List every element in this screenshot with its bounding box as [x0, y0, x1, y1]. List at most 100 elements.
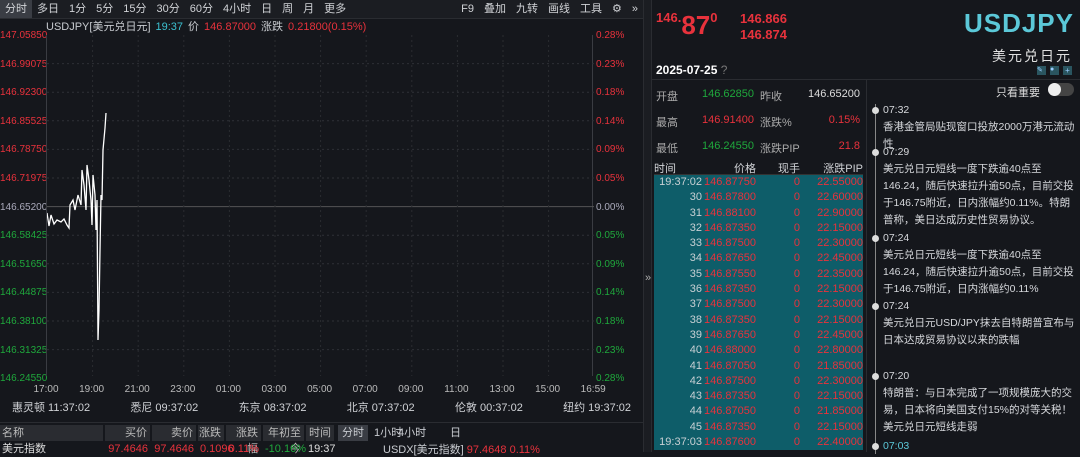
city-clock: 悉尼 09:37:02 [130, 402, 199, 414]
y-tick: 146.44875 [0, 287, 48, 299]
trade-cell: 45 [689, 420, 702, 433]
change-label: 涨跌 [261, 21, 284, 33]
mini-pct: 0.11% [509, 444, 540, 456]
stat-label: 涨跌PIP [760, 143, 800, 155]
news-item[interactable]: 07:24 美元兑日元短线一度下跌逾40点至146.24，随后快速拉升逾50点，目… [883, 230, 1079, 298]
help-icon[interactable]: ? [721, 63, 728, 77]
trade-cell: 22.30000 [817, 374, 863, 387]
trade-cell: 146.87500 [704, 374, 756, 387]
news-time: 07:03 [883, 440, 910, 452]
trade-cell: 22.15000 [817, 420, 863, 433]
y-tick: 147.05850 [0, 30, 48, 41]
news-item[interactable]: 07:03 [883, 438, 1079, 455]
period-tab[interactable]: 60分 [185, 0, 218, 18]
news-item[interactable]: 07:24 美元兑日元USD/JPY抹去自特朗普宣布与日本达成贸易协议以来的跌幅 [883, 298, 1079, 349]
toolbar-button[interactable]: 工具 [575, 0, 607, 18]
time-label: 19:37 [155, 21, 184, 33]
trade-ticks-table: 时间 价格 现手 涨跌PIP 19:37:02 146.87750 0 22.55000 30 1… [654, 160, 863, 452]
trade-cell: 22.15000 [817, 283, 863, 296]
news-time: 07:20 [883, 370, 910, 382]
watchlist-cell: 0.11% [228, 443, 259, 455]
column-header[interactable]: 卖价 [152, 425, 196, 441]
x-tick: 13:00 [489, 384, 515, 395]
stat-label: 涨跌% [760, 117, 792, 129]
trade-cell: 0 [793, 283, 800, 296]
y-tick: 146.31325 [0, 344, 48, 356]
y-tick: 146.51650 [0, 258, 48, 270]
news-text: 美元兑日元短线一度下跌逾40点至146.24，随后快速拉升逾50点，目前交投于1… [883, 163, 1074, 226]
change-value: 0.21800(0.15%) [288, 21, 367, 33]
trade-cell: 0 [793, 313, 800, 326]
mini-chart-tab[interactable]: 日 [446, 425, 465, 441]
period-tab[interactable]: 更多 [319, 0, 351, 18]
stat-label: 最高 [656, 117, 678, 129]
trade-cell: 146.87650 [704, 252, 756, 265]
toolbar-button[interactable]: F9 [456, 0, 479, 18]
period-tab[interactable]: 1分 [64, 0, 91, 18]
column-header[interactable]: 涨跌 [198, 425, 224, 441]
mini-chart-tab[interactable]: 4小时 [394, 425, 430, 441]
expand-icon[interactable]: » [645, 272, 651, 284]
trade-cell: 21.85000 [817, 359, 863, 372]
trade-header: 价格 [734, 163, 756, 175]
pct-tick: 0.09% [596, 144, 625, 156]
news-time: 07:29 [883, 146, 910, 158]
toolbar-button[interactable]: ⚙ [607, 0, 627, 18]
trade-cell: 40 [689, 344, 702, 357]
trade-cell: 22.15000 [817, 390, 863, 403]
watchlist-cell: 97.4646 [108, 443, 148, 455]
trade-cell: 146.88000 [704, 344, 756, 357]
trade-cell: 0 [793, 176, 800, 188]
edit-icon[interactable]: ✎ [1037, 66, 1046, 75]
pct-tick: 0.05% [596, 173, 625, 184]
price-label: 价 [188, 21, 200, 33]
city-clock: 伦敦 00:37:02 [454, 402, 523, 414]
toolbar-button[interactable]: 叠加 [479, 0, 511, 18]
x-tick: 05:00 [307, 384, 333, 395]
trade-cell: 146.87350 [704, 283, 756, 296]
column-header[interactable]: 年初至今 [263, 425, 304, 455]
toolbar-button[interactable]: 画线 [543, 0, 575, 18]
pct-tick: 0.18% [596, 316, 625, 327]
period-tab[interactable]: 30分 [152, 0, 185, 18]
trade-row: 42 146.87500 0 22.30000 [654, 373, 863, 390]
intraday-chart[interactable] [46, 35, 594, 376]
timeline-dot-icon [872, 107, 879, 114]
column-header[interactable]: 买价 [105, 425, 150, 441]
x-tick: 15:00 [535, 384, 561, 395]
important-only-toggle[interactable] [1048, 83, 1074, 96]
news-item[interactable]: 07:29 美元兑日元短线一度下跌逾40点至146.24，随后快速拉升逾50点，目… [883, 144, 1079, 229]
column-header[interactable]: 时间 [306, 425, 334, 441]
column-header[interactable]: 涨跌幅 [226, 425, 261, 455]
pct-tick: 0.23% [596, 58, 625, 70]
x-tick: 01:00 [215, 384, 241, 395]
trade-row: 39 146.87650 0 22.45000 [654, 327, 863, 344]
watchlist-panel: 名称 买价 卖价 涨跌 涨跌幅 年初至今 时间 美元指数 97.4646 97.4646 0.109… [0, 422, 643, 456]
trade-header: 现手 [778, 163, 800, 175]
period-tab[interactable]: 15分 [118, 0, 151, 18]
bell-icon[interactable]: ● [1050, 66, 1059, 75]
add-icon[interactable]: + [1063, 66, 1072, 75]
trade-cell: 0 [793, 237, 800, 250]
news-item[interactable]: 07:20 特朗普：与日本完成了一项规模庞大的交易，日本将向美国支付15%的对等关… [883, 368, 1079, 436]
period-tab[interactable]: 月 [298, 0, 319, 18]
world-clocks: 惠灵顿 11:37:02 悉尼 09:37:02 东京 08:37:02 北京 07:… [0, 398, 643, 418]
period-tab[interactable]: 分时 [0, 0, 32, 18]
toolbar-button[interactable]: 九转 [511, 0, 543, 18]
period-tab[interactable]: 多日 [32, 0, 64, 18]
period-tab[interactable]: 日 [256, 0, 277, 18]
x-tick: 23:00 [170, 384, 196, 395]
watchlist-cell: 97.4646 [154, 443, 194, 455]
toolbar-button[interactable]: » [627, 0, 643, 18]
period-tab[interactable]: 5分 [91, 0, 118, 18]
period-tab[interactable]: 周 [277, 0, 298, 18]
panel-divider[interactable]: » [643, 0, 652, 452]
column-header[interactable]: 名称 [0, 425, 103, 441]
mini-chart-tab[interactable]: 分时 [338, 425, 368, 441]
period-tab[interactable]: 4小时 [218, 0, 256, 18]
x-tick: 16:59 [580, 384, 606, 395]
trade-cell: 22.45000 [817, 328, 863, 341]
trade-header: 涨跌PIP [823, 163, 863, 175]
trade-cell: 146.87350 [704, 420, 756, 433]
trade-row: 33 146.87500 0 22.30000 [654, 236, 863, 252]
